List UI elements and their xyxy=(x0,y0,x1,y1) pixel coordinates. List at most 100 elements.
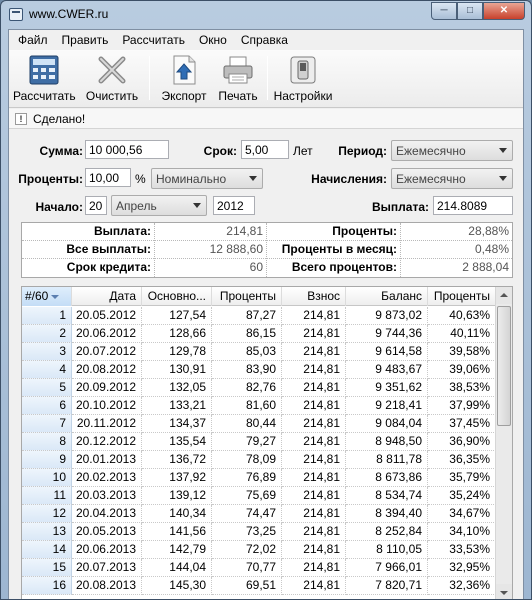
table-row[interactable]: 3 20.07.2012 129,78 85,03 214,81 9 614,58 39,5… xyxy=(22,343,496,361)
summary-key: Все выплаты: xyxy=(66,242,151,256)
table-cell: 32,36% xyxy=(428,577,496,595)
row-number-cell: 3 xyxy=(22,343,72,361)
maximize-button[interactable]: □ xyxy=(457,2,483,20)
table-cell: 39,06% xyxy=(428,361,496,379)
table-row[interactable]: 1 20.05.2012 127,54 87,27 214,81 9 873,02 40,6… xyxy=(22,307,496,325)
switch-icon xyxy=(287,54,319,86)
accrual-value: Ежемесячно xyxy=(396,172,466,186)
summary-key: Проценты в месяц: xyxy=(281,242,397,256)
accrual-select[interactable]: Ежемесячно xyxy=(391,168,513,189)
table-cell: 20.11.2012 xyxy=(72,415,142,433)
table-cell: 8 948,50 xyxy=(346,433,428,451)
column-header[interactable]: Основно... xyxy=(142,287,212,306)
table-cell: 76,89 xyxy=(212,469,282,487)
print-label: Печать xyxy=(218,89,258,103)
table-cell: 214,81 xyxy=(282,487,346,505)
minimize-button[interactable]: ─ xyxy=(431,2,457,20)
calculate-button[interactable]: Рассчитать xyxy=(13,52,76,106)
table-cell: 9 614,58 xyxy=(346,343,428,361)
table-row[interactable]: 12 20.04.2013 140,34 74,47 214,81 8 394,40 34,… xyxy=(22,505,496,523)
table-cell: 36,35% xyxy=(428,451,496,469)
table-cell: 144,04 xyxy=(142,559,212,577)
sum-label: Сумма: xyxy=(39,144,83,158)
table-row[interactable]: 11 20.03.2013 139,12 75,69 214,81 8 534,74 35,… xyxy=(22,487,496,505)
toolbar-separator xyxy=(149,56,150,100)
chevron-down-icon xyxy=(499,176,507,181)
table-row[interactable]: 15 20.07.2013 144,04 70,77 214,81 7 966,01 32,… xyxy=(22,559,496,577)
column-header[interactable]: Дата xyxy=(72,287,142,306)
clear-label: Очистить xyxy=(85,89,139,103)
table-cell: 8 394,40 xyxy=(346,505,428,523)
column-header[interactable]: #/60 xyxy=(22,287,72,306)
menu-help[interactable]: Справка xyxy=(234,30,295,50)
table-cell: 9 483,67 xyxy=(346,361,428,379)
table-row[interactable]: 2 20.06.2012 128,66 86,15 214,81 9 744,36 40,1… xyxy=(22,325,496,343)
table-cell: 75,69 xyxy=(212,487,282,505)
table-cell: 9 084,04 xyxy=(346,415,428,433)
row-number-cell: 16 xyxy=(22,577,72,595)
table-row[interactable]: 9 20.01.2013 136,72 78,09 214,81 8 811,78 36,3… xyxy=(22,451,496,469)
rate-input[interactable] xyxy=(85,168,131,187)
export-button[interactable]: Экспорт xyxy=(155,52,213,106)
table-row[interactable]: 10 20.02.2013 137,92 76,89 214,81 8 673,86 35,… xyxy=(22,469,496,487)
print-button[interactable]: Печать xyxy=(213,52,263,106)
export-icon xyxy=(168,54,200,86)
column-header[interactable]: Баланс xyxy=(346,287,428,306)
column-header-label: Взнос xyxy=(307,289,340,303)
scroll-thumb[interactable] xyxy=(497,306,511,426)
table-cell: 20.06.2013 xyxy=(72,541,142,559)
table-cell: 20.06.2012 xyxy=(72,325,142,343)
table-row[interactable]: 5 20.09.2012 132,05 82,76 214,81 9 351,62 38,5… xyxy=(22,379,496,397)
table-row[interactable]: 4 20.08.2012 130,91 83,90 214,81 9 483,67 39,0… xyxy=(22,361,496,379)
loan-form: Сумма: Срок: Лет Период: Ежемесячно Проц… xyxy=(9,130,523,220)
table-row[interactable]: 14 20.06.2013 142,79 72,02 214,81 8 110,05 33,… xyxy=(22,541,496,559)
start-day-input[interactable] xyxy=(85,196,107,215)
table-cell: 214,81 xyxy=(282,577,346,595)
table-cell: 38,53% xyxy=(428,379,496,397)
term-unit: Лет xyxy=(293,144,313,158)
row-number-cell: 13 xyxy=(22,523,72,541)
menu-edit[interactable]: Править xyxy=(55,30,116,50)
table-row[interactable]: 8 20.12.2012 135,54 79,27 214,81 8 948,50 36,9… xyxy=(22,433,496,451)
table-row[interactable]: 7 20.11.2012 134,37 80,44 214,81 9 084,04 37,4… xyxy=(22,415,496,433)
vertical-scrollbar[interactable] xyxy=(495,287,512,599)
period-select[interactable]: Ежемесячно xyxy=(391,140,513,161)
column-header[interactable]: Проценты xyxy=(212,287,282,306)
start-month-select[interactable]: Апрель xyxy=(111,195,207,216)
summary-key: Выплата: xyxy=(93,224,151,238)
scroll-down-arrow-icon[interactable] xyxy=(496,584,512,599)
table-cell: 214,81 xyxy=(282,523,346,541)
sum-input[interactable] xyxy=(85,140,169,159)
client-area: Файл Править Рассчитать Окно Справка Рас… xyxy=(8,29,524,599)
row-number-cell: 9 xyxy=(22,451,72,469)
column-header[interactable]: Взнос xyxy=(282,287,346,306)
clear-button[interactable]: Очистить xyxy=(81,52,143,106)
settings-button[interactable]: Настройки xyxy=(271,52,335,106)
table-cell: 7 966,01 xyxy=(346,559,428,577)
menu-calculate[interactable]: Рассчитать xyxy=(115,30,192,50)
table-cell: 214,81 xyxy=(282,361,346,379)
table-cell: 32,95% xyxy=(428,559,496,577)
table-cell: 72,02 xyxy=(212,541,282,559)
menu-window[interactable]: Окно xyxy=(192,30,234,50)
column-header[interactable]: Проценты xyxy=(428,287,496,306)
rate-type-select[interactable]: Номинально xyxy=(151,168,263,189)
scroll-up-arrow-icon[interactable] xyxy=(496,287,512,304)
table-cell: 214,81 xyxy=(282,397,346,415)
table-row[interactable]: 13 20.05.2013 141,56 73,25 214,81 8 252,84 34,… xyxy=(22,523,496,541)
table-row[interactable]: 16 20.08.2013 145,30 69,51 214,81 7 820,71 32,… xyxy=(22,577,496,595)
table-row[interactable]: 6 20.10.2012 133,21 81,60 214,81 9 218,41 37,9… xyxy=(22,397,496,415)
table-header: #/60 Дата Основно... Проценты Взнос Баланс Про… xyxy=(22,287,496,306)
title-bar[interactable]: www.CWER.ru ─ □ ✕ xyxy=(1,1,531,29)
menu-file[interactable]: Файл xyxy=(11,30,55,50)
start-year-input[interactable] xyxy=(213,196,255,215)
term-input[interactable] xyxy=(241,140,289,159)
close-button[interactable]: ✕ xyxy=(483,2,525,20)
window-controls: ─ □ ✕ xyxy=(431,2,525,20)
table-cell: 20.08.2012 xyxy=(72,361,142,379)
payment-input[interactable] xyxy=(433,196,513,215)
summary-row: Все выплаты: 12 888,60 Проценты в месяц:… xyxy=(22,241,512,259)
export-label: Экспорт xyxy=(161,89,207,103)
row-number-cell: 15 xyxy=(22,559,72,577)
calculator-icon xyxy=(28,54,60,86)
